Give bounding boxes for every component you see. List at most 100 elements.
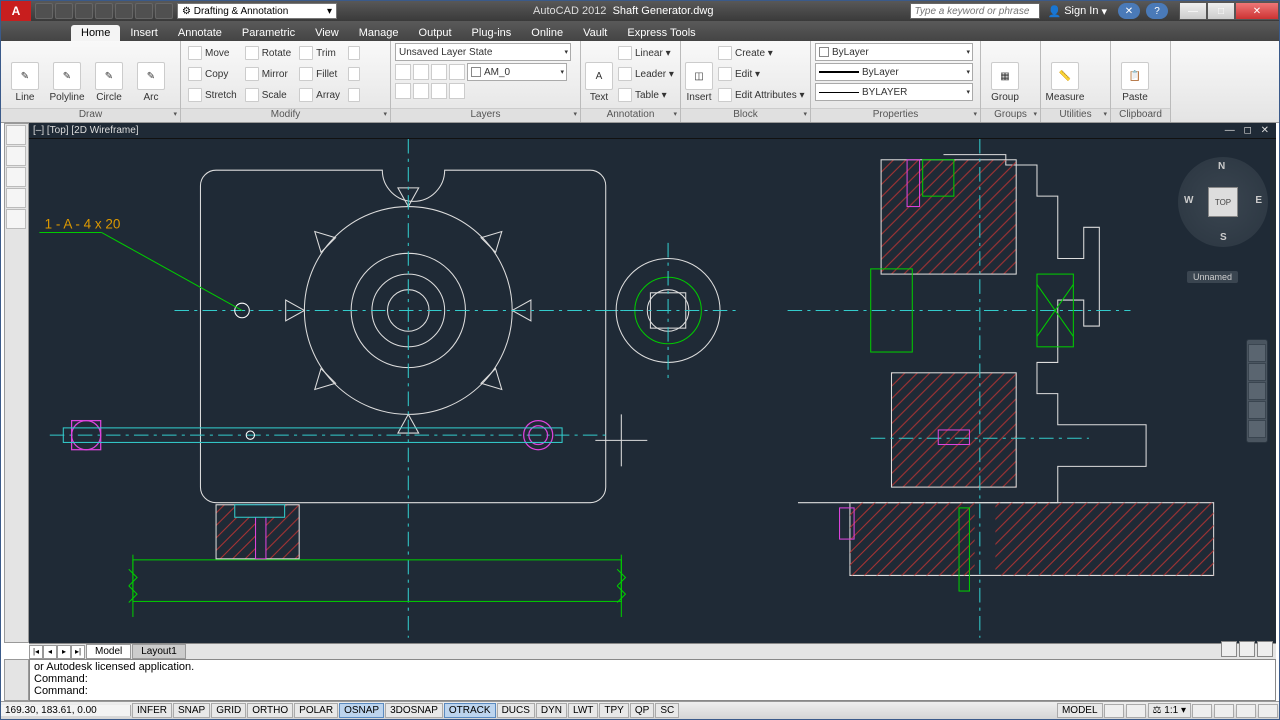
tab-vault[interactable]: Vault: [573, 25, 617, 41]
arc-button[interactable]: ✎Arc: [131, 43, 171, 105]
tab-insert[interactable]: Insert: [120, 25, 168, 41]
command-handle[interactable]: [4, 659, 29, 701]
help-icon[interactable]: ?: [1146, 3, 1168, 19]
leader-button[interactable]: Leader ▾: [615, 64, 677, 84]
modify-extra-icon[interactable]: [345, 85, 363, 105]
viewport-label[interactable]: [–] [Top] [2D Wireframe] — ◻ ✕: [29, 123, 1276, 139]
tab-view[interactable]: View: [305, 25, 349, 41]
modify-extra-icon[interactable]: [345, 64, 363, 84]
status-icon[interactable]: [1214, 704, 1234, 718]
coordinates[interactable]: 169.30, 183.61, 0.00: [1, 705, 131, 716]
circle-button[interactable]: ✎Circle: [89, 43, 129, 105]
status-icon[interactable]: [1126, 704, 1146, 718]
layer-freeze-icon[interactable]: [431, 64, 447, 80]
tab-manage[interactable]: Manage: [349, 25, 409, 41]
qat-open-icon[interactable]: [55, 3, 73, 19]
model-tab-model[interactable]: Model: [86, 644, 131, 659]
anno-scale[interactable]: ⚖ 1:1 ▾: [1148, 703, 1191, 718]
insert-button[interactable]: ◫Insert: [685, 43, 713, 105]
toggle-3dosnap[interactable]: 3DOSNAP: [385, 703, 443, 718]
layer-match-icon[interactable]: [431, 83, 447, 99]
nav-pan-icon[interactable]: [1248, 363, 1266, 381]
group-button[interactable]: ▦Group: [985, 43, 1025, 105]
cmd-icon[interactable]: [1257, 641, 1273, 657]
toggle-dyn[interactable]: DYN: [536, 703, 567, 718]
qat-undo-icon[interactable]: [135, 3, 153, 19]
linear-button[interactable]: Linear ▾: [615, 43, 677, 63]
measure-button[interactable]: 📏Measure: [1045, 43, 1085, 105]
tab-prev-icon[interactable]: ◂: [43, 645, 57, 659]
model-space-toggle[interactable]: MODEL: [1057, 703, 1103, 718]
exchange-icon[interactable]: ✕: [1118, 3, 1140, 19]
nav-zoom-icon[interactable]: [1248, 382, 1266, 400]
toggle-tpy[interactable]: TPY: [599, 703, 628, 718]
toggle-osnap[interactable]: OSNAP: [339, 703, 384, 718]
layer-state-combo[interactable]: Unsaved Layer State▾: [395, 43, 571, 61]
mirror-button[interactable]: Mirror: [242, 64, 294, 84]
qat-new-icon[interactable]: [35, 3, 53, 19]
tb-icon[interactable]: [6, 146, 26, 166]
maximize-button[interactable]: □: [1207, 2, 1235, 20]
tab-next-icon[interactable]: ▸: [57, 645, 71, 659]
linetype-combo[interactable]: BYLAYER▾: [815, 83, 973, 101]
polyline-button[interactable]: ✎Polyline: [47, 43, 87, 105]
cmd-icon[interactable]: [1221, 641, 1237, 657]
toggle-sc[interactable]: SC: [655, 703, 679, 718]
toggle-otrack[interactable]: OTRACK: [444, 703, 496, 718]
qat-saveas-icon[interactable]: [95, 3, 113, 19]
toggle-lwt[interactable]: LWT: [568, 703, 598, 718]
wcs-label[interactable]: Unnamed: [1187, 271, 1238, 283]
toggle-qp[interactable]: QP: [630, 703, 654, 718]
layer-iso-icon[interactable]: [395, 83, 411, 99]
tab-online[interactable]: Online: [521, 25, 573, 41]
edit-attributes-button[interactable]: Edit Attributes ▾: [715, 85, 808, 105]
rotate-button[interactable]: Rotate: [242, 43, 294, 63]
status-icon[interactable]: [1258, 704, 1278, 718]
help-search-input[interactable]: [910, 3, 1040, 19]
status-icon[interactable]: [1236, 704, 1256, 718]
layer-props-icon[interactable]: [395, 64, 411, 80]
toggle-grid[interactable]: GRID: [211, 703, 246, 718]
edit-button[interactable]: Edit ▾: [715, 64, 808, 84]
model-tab-layout1[interactable]: Layout1: [132, 644, 186, 659]
drawing-area[interactable]: [–] [Top] [2D Wireframe] — ◻ ✕: [29, 123, 1276, 643]
tb-icon[interactable]: [6, 167, 26, 187]
nav-orbit-icon[interactable]: [1248, 401, 1266, 419]
array-button[interactable]: Array: [296, 85, 343, 105]
cad-canvas[interactable]: 1 - A - 4 x 20: [29, 139, 1276, 659]
tab-last-icon[interactable]: ▸|: [71, 645, 85, 659]
tab-first-icon[interactable]: |◂: [29, 645, 43, 659]
tab-plug-ins[interactable]: Plug-ins: [462, 25, 522, 41]
status-icon[interactable]: [1192, 704, 1212, 718]
line-button[interactable]: ✎Line: [5, 43, 45, 105]
modify-extra-icon[interactable]: [345, 43, 363, 63]
create-button[interactable]: Create ▾: [715, 43, 808, 63]
paste-button[interactable]: 📋Paste: [1115, 43, 1155, 105]
toggle-ortho[interactable]: ORTHO: [247, 703, 293, 718]
tab-express-tools[interactable]: Express Tools: [617, 25, 705, 41]
command-window[interactable]: or Autodesk licensed application. Comman…: [29, 659, 1276, 701]
nav-showmotion-icon[interactable]: [1248, 420, 1266, 438]
copy-button[interactable]: Copy: [185, 64, 240, 84]
qat-redo-icon[interactable]: [155, 3, 173, 19]
trim-button[interactable]: Trim: [296, 43, 343, 63]
nav-wheel-icon[interactable]: [1248, 344, 1266, 362]
layer-states-icon[interactable]: [449, 83, 465, 99]
layer-on-icon[interactable]: [413, 64, 429, 80]
viewcube[interactable]: N S W E TOP: [1178, 157, 1268, 247]
tb-icon[interactable]: [6, 209, 26, 229]
qat-plot-icon[interactable]: [115, 3, 133, 19]
close-button[interactable]: ✕: [1235, 2, 1279, 20]
sign-in-button[interactable]: 👤 Sign In ▾: [1040, 5, 1115, 18]
current-layer-combo[interactable]: AM_0▾: [467, 63, 567, 81]
tb-icon[interactable]: [6, 125, 26, 145]
qat-save-icon[interactable]: [75, 3, 93, 19]
lineweight-combo[interactable]: ByLayer▾: [815, 63, 973, 81]
tab-annotate[interactable]: Annotate: [168, 25, 232, 41]
tab-home[interactable]: Home: [71, 25, 120, 41]
workspace-selector[interactable]: ⚙ Drafting & Annotation▾: [177, 3, 337, 19]
move-button[interactable]: Move: [185, 43, 240, 63]
status-icon[interactable]: [1104, 704, 1124, 718]
toggle-infer[interactable]: INFER: [132, 703, 172, 718]
toggle-polar[interactable]: POLAR: [294, 703, 338, 718]
